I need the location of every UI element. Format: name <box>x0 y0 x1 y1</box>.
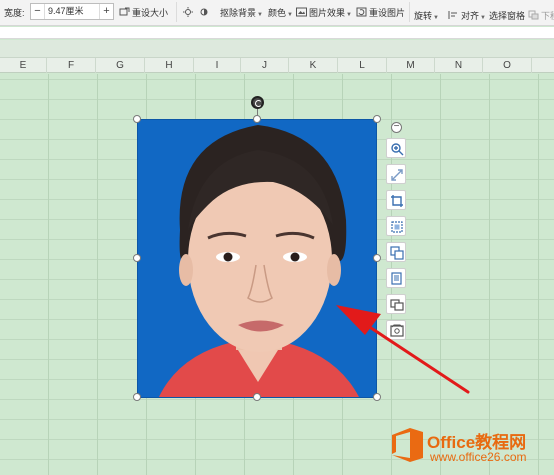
watermark-url: www.office26.com <box>430 450 527 464</box>
annotation-arrow-icon <box>336 305 470 394</box>
office-logo-icon <box>392 428 423 462</box>
spreadsheet-window: 宽度: − 9.47厘米 + 重设大小 抠除背景▼ 颜色▼ 图片效果▼ 重设图片 <box>0 0 554 475</box>
site-watermark: Office教程网 www.office26.com <box>390 425 554 470</box>
